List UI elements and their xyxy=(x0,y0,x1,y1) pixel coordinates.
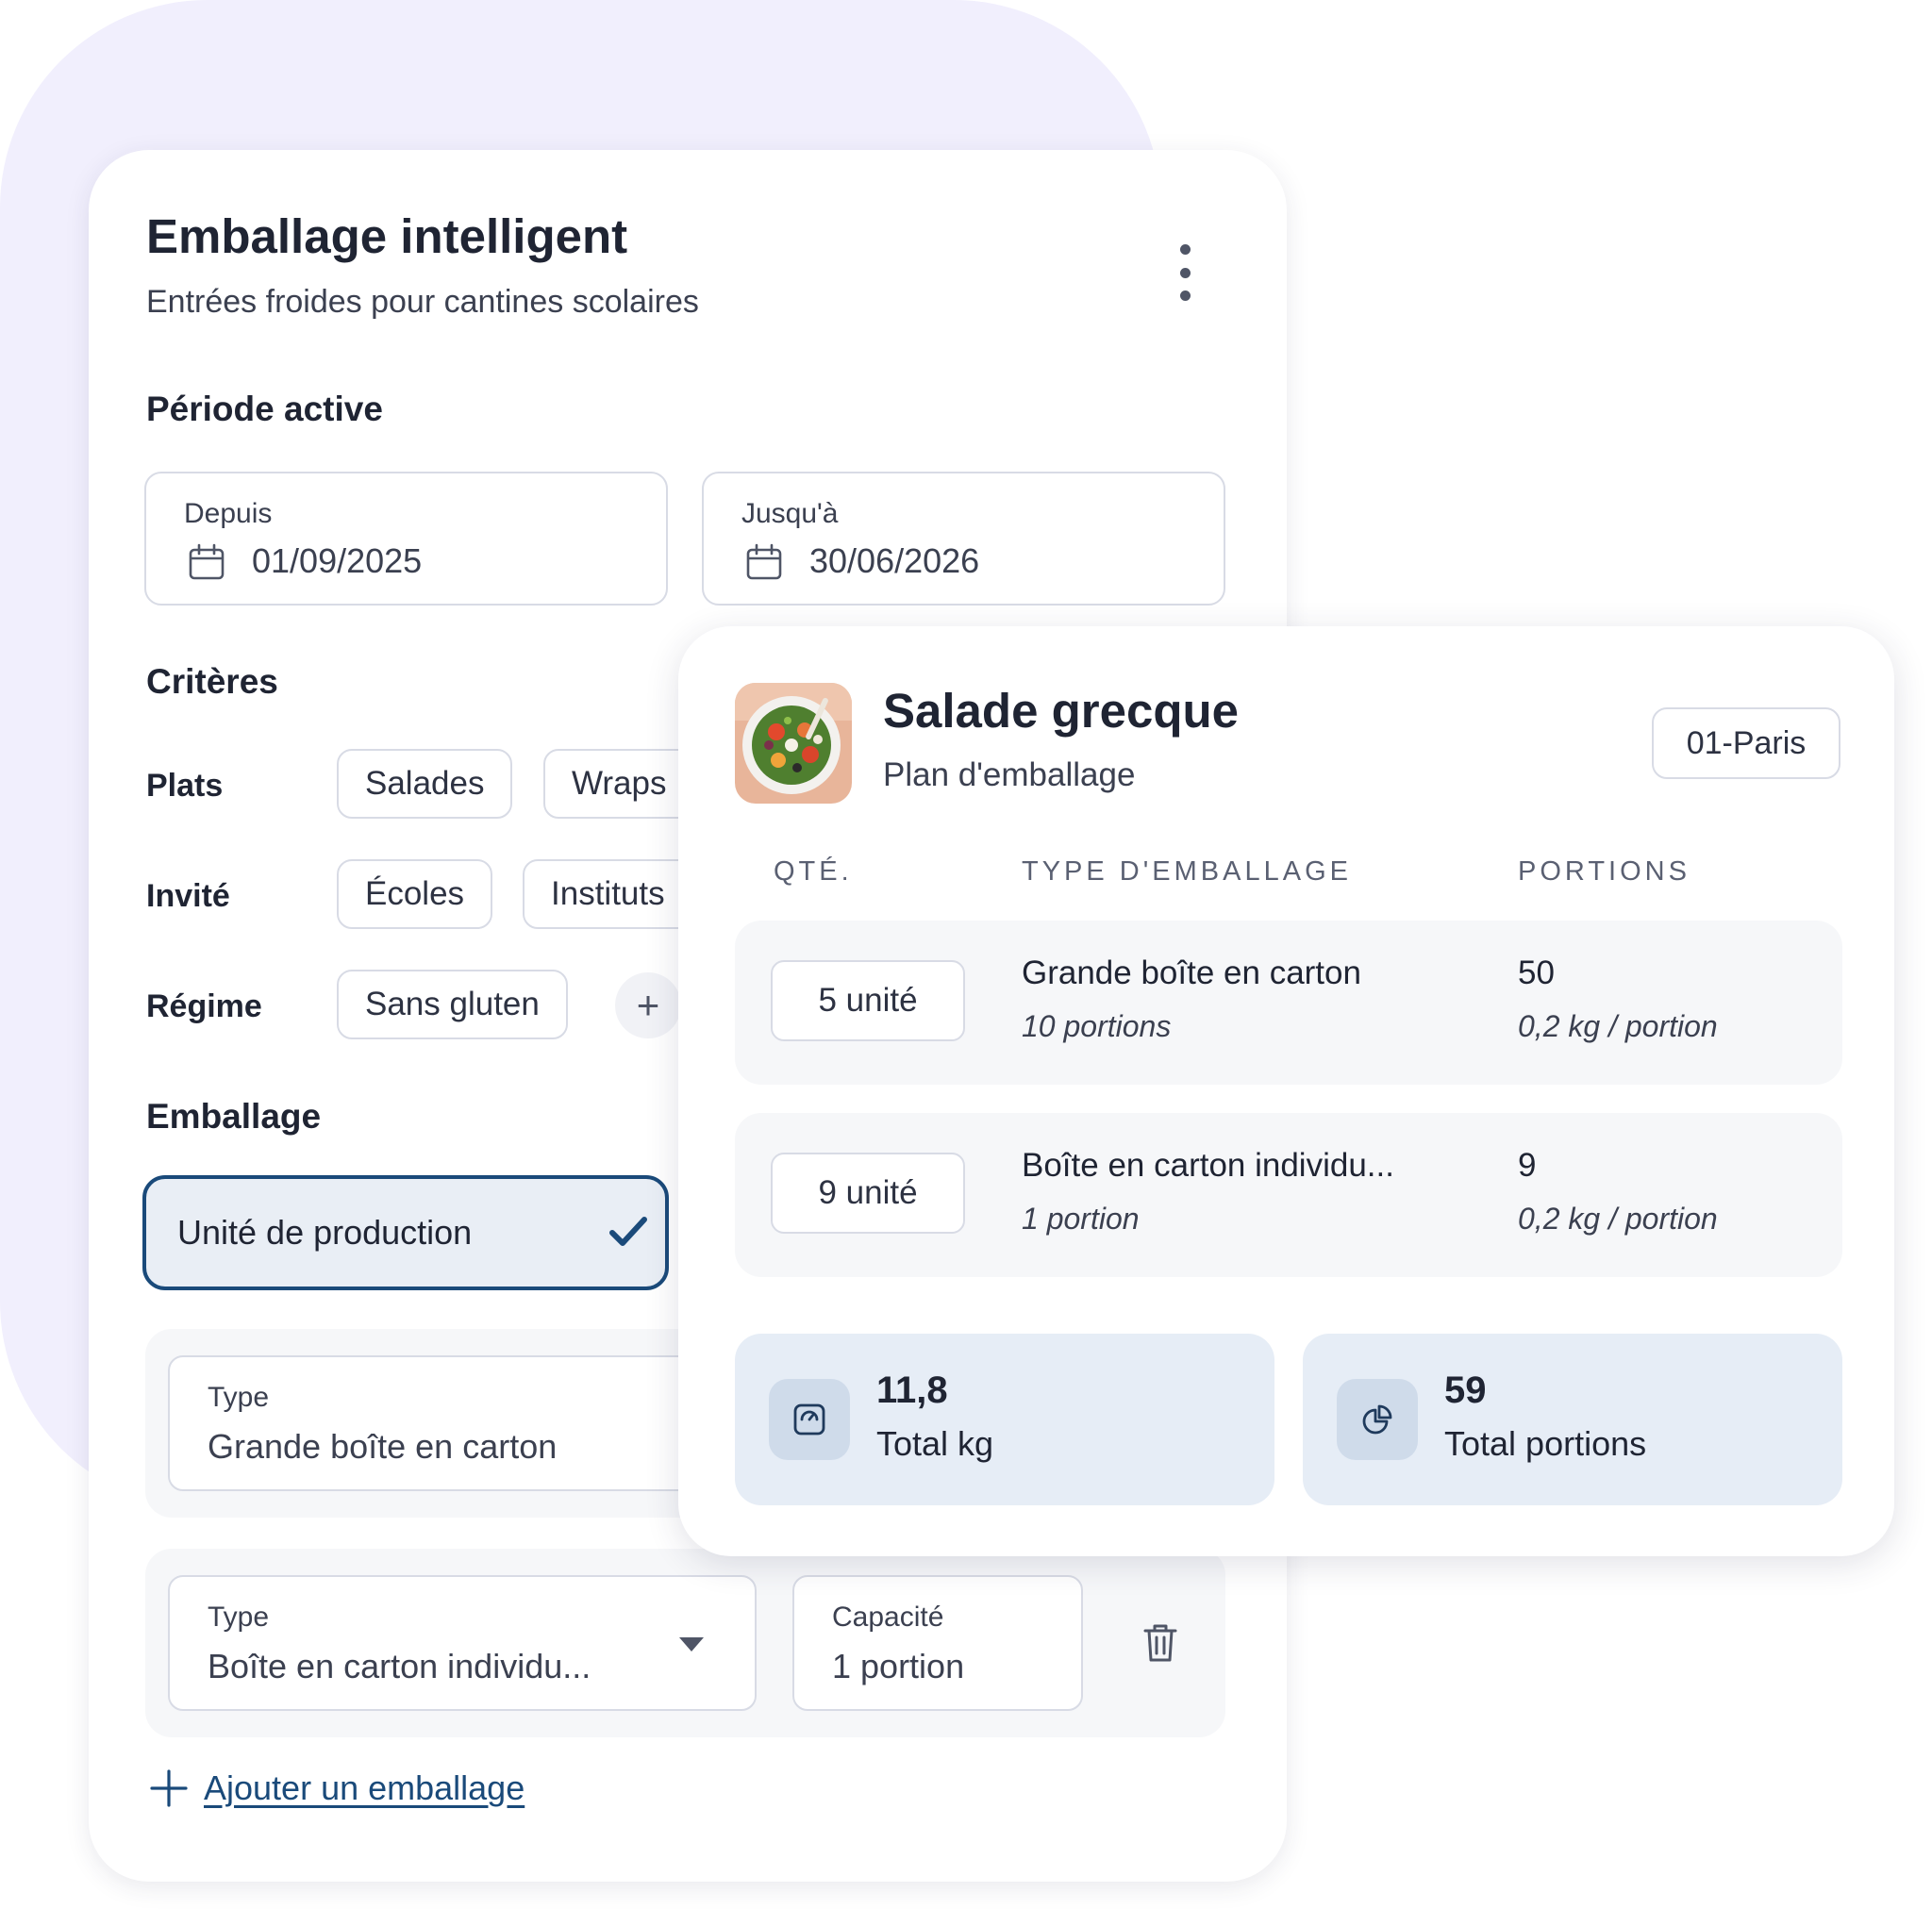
date-to-field[interactable]: Jusqu'à 30/06/2026 xyxy=(702,472,1225,606)
chevron-down-icon xyxy=(679,1637,704,1652)
packaging-capacity: 1 portion xyxy=(1022,1202,1140,1236)
total-portions-label: Total portions xyxy=(1444,1424,1647,1463)
capacity-label: Capacité xyxy=(832,1602,944,1633)
qty-field[interactable]: 5 unité xyxy=(771,960,965,1041)
packaging-type: Grande boîte en carton xyxy=(1022,954,1361,991)
dish-title: Salade grecque xyxy=(883,684,1239,738)
column-header-type: TYPE D'EMBALLAGE xyxy=(1022,856,1352,887)
plus-icon xyxy=(150,1769,188,1807)
criteria-invite-label: Invité xyxy=(146,878,230,914)
packaging-type: Boîte en carton individu... xyxy=(1022,1147,1394,1184)
total-kg-stat: 11,8 Total kg xyxy=(735,1334,1274,1505)
type-label: Type xyxy=(208,1602,270,1633)
checkmark-icon xyxy=(609,1217,647,1246)
chip-salades[interactable]: Salades xyxy=(337,749,513,819)
type-value: Grande boîte en carton xyxy=(208,1427,558,1466)
type-label: Type xyxy=(208,1382,270,1413)
chip-sans-gluten[interactable]: Sans gluten xyxy=(337,970,568,1039)
total-portions-value: 59 xyxy=(1444,1370,1487,1411)
packaging-heading: Emballage xyxy=(146,1097,322,1136)
portion-weight: 0,2 kg / portion xyxy=(1518,1202,1718,1236)
calendar-icon xyxy=(189,543,225,580)
scale-icon xyxy=(769,1379,850,1460)
column-header-qty: QTÉ. xyxy=(774,856,853,887)
add-criteria-button[interactable]: + xyxy=(615,972,681,1038)
capacity-value: 1 portion xyxy=(832,1647,965,1685)
date-from-label: Depuis xyxy=(184,498,273,529)
portion-weight: 0,2 kg / portion xyxy=(1518,1009,1718,1043)
production-unit-label: Unité de production xyxy=(177,1213,473,1252)
qty-field[interactable]: 9 unité xyxy=(771,1153,965,1234)
date-to-label: Jusqu'à xyxy=(741,498,839,529)
portions-count: 50 xyxy=(1518,954,1555,991)
packaging-type-select[interactable]: Type Grande boîte en carton xyxy=(168,1355,757,1491)
date-from-field[interactable]: Depuis 01/09/2025 xyxy=(144,472,668,606)
total-kg-value: 11,8 xyxy=(876,1370,948,1411)
criteria-plats-label: Plats xyxy=(146,768,224,804)
period-heading: Période active xyxy=(146,390,383,428)
more-options-icon[interactable] xyxy=(1175,244,1194,301)
date-from-value: 01/09/2025 xyxy=(252,541,423,580)
card-title: Emballage intelligent xyxy=(146,209,628,263)
date-to-value: 30/06/2026 xyxy=(809,541,980,580)
criteria-heading: Critères xyxy=(146,662,278,701)
trash-icon[interactable] xyxy=(1141,1622,1179,1664)
portions-count: 9 xyxy=(1518,1147,1537,1184)
type-value: Boîte en carton individu... xyxy=(208,1647,591,1685)
dish-subtitle: Plan d'emballage xyxy=(883,756,1136,793)
location-badge[interactable]: 01-Paris xyxy=(1652,707,1840,779)
criteria-regime-label: Régime xyxy=(146,988,262,1024)
packaging-plan-card: Salade grecque Plan d'emballage 01-Paris… xyxy=(678,626,1894,1556)
packaging-row-2: Type Boîte en carton individu... Capacit… xyxy=(145,1549,1225,1737)
add-packaging-link[interactable]: Ajouter un emballage xyxy=(149,1768,525,1808)
table-row: 9 unité Boîte en carton individu... 1 po… xyxy=(735,1113,1842,1277)
production-unit-option[interactable]: Unité de production xyxy=(142,1175,669,1290)
packaging-capacity: 10 portions xyxy=(1022,1009,1172,1043)
column-header-portions: PORTIONS xyxy=(1518,856,1690,887)
add-packaging-label: Ajouter un emballage xyxy=(204,1768,525,1807)
capacity-field[interactable]: Capacité 1 portion xyxy=(792,1575,1083,1711)
calendar-icon xyxy=(746,543,782,580)
salad-image xyxy=(735,683,852,804)
card-subtitle: Entrées froides pour cantines scolaires xyxy=(146,284,699,320)
chip-ecoles[interactable]: Écoles xyxy=(337,859,493,929)
pie-chart-icon xyxy=(1337,1379,1418,1460)
table-row: 5 unité Grande boîte en carton 10 portio… xyxy=(735,921,1842,1085)
total-kg-label: Total kg xyxy=(876,1424,994,1463)
total-portions-stat: 59 Total portions xyxy=(1303,1334,1842,1505)
packaging-type-select[interactable]: Type Boîte en carton individu... xyxy=(168,1575,757,1711)
